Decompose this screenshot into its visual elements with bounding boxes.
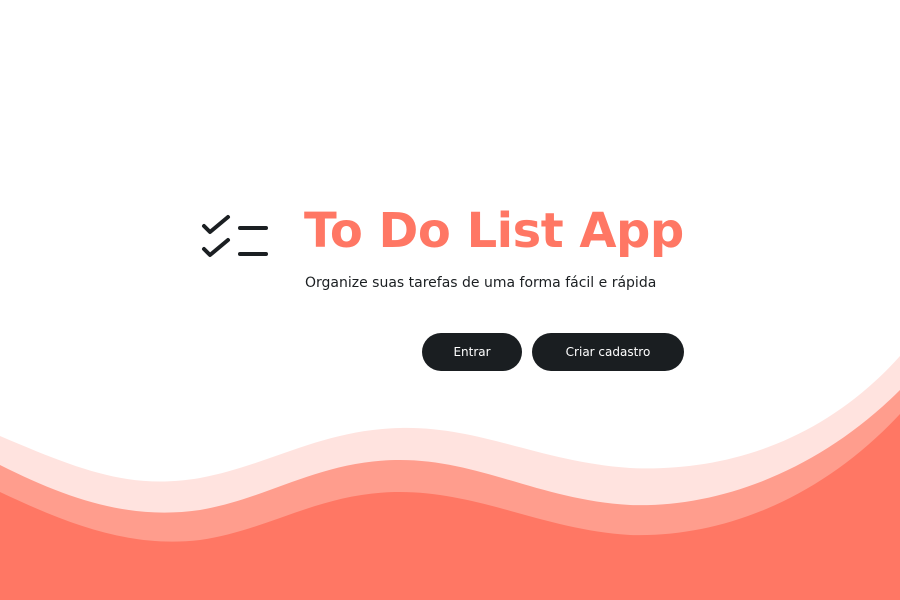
app-title: To Do List App (304, 203, 684, 259)
check-mark-bottom (202, 238, 230, 257)
app-subtitle: Organize suas tarefas de uma forma fácil… (305, 275, 657, 291)
signup-button[interactable]: Criar cadastro (532, 333, 684, 371)
checklist-icon (202, 215, 268, 257)
decorative-waves (0, 356, 900, 600)
landing-page: To Do List App Organize suas tarefas de … (0, 0, 900, 600)
login-button[interactable]: Entrar (422, 333, 522, 371)
check-mark-top (202, 215, 230, 234)
